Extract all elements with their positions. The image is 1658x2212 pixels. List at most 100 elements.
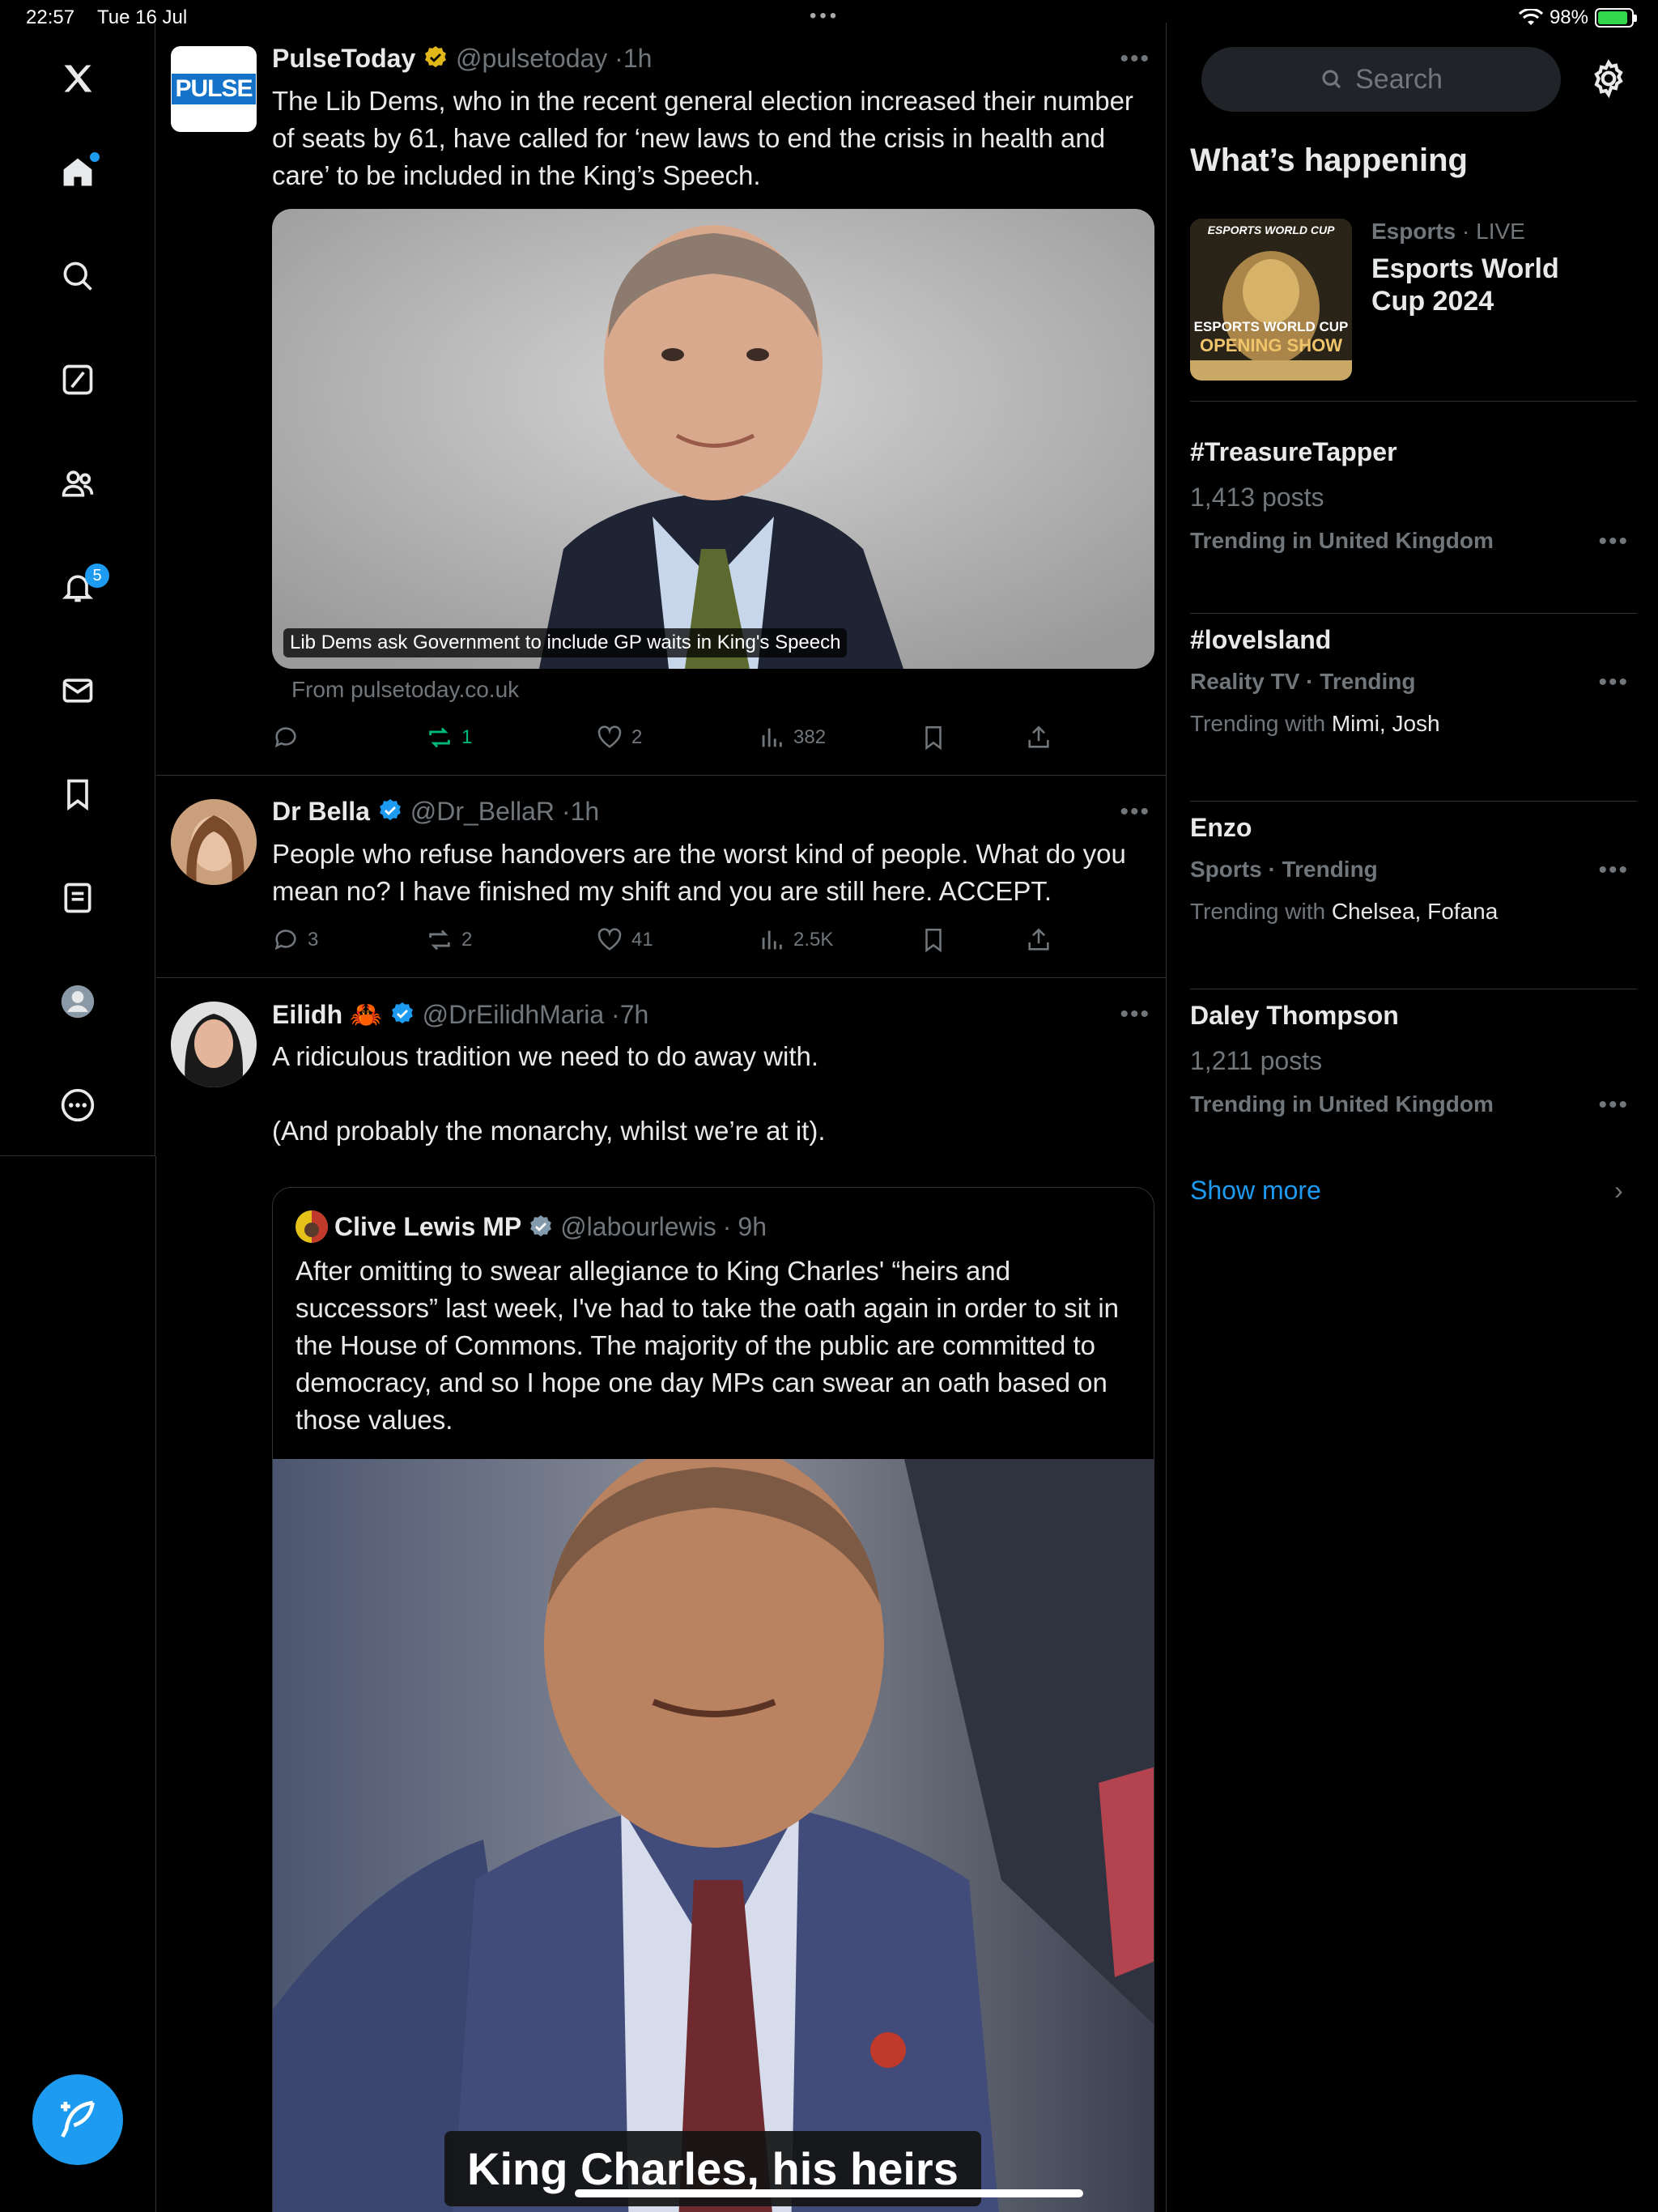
tweet-more-icon[interactable]: •••: [1120, 798, 1150, 826]
views-button[interactable]: 382: [758, 724, 826, 751]
quoted-tweet-video[interactable]: King Charles, his heirs: [273, 1459, 1154, 2212]
whats-happening-title: What’s happening: [1190, 143, 1468, 178]
more-options-icon[interactable]: [49, 1077, 106, 1134]
compose-post-button[interactable]: [32, 2074, 123, 2165]
quoted-author-handle[interactable]: @labourlewis: [560, 1212, 716, 1242]
notifications-bell-icon[interactable]: 5: [49, 559, 109, 615]
trend-enzo[interactable]: Enzo Sports · Trending ••• Trending with…: [1190, 806, 1637, 989]
share-button[interactable]: [1025, 724, 1052, 751]
grok-icon[interactable]: [49, 351, 106, 408]
trend-daley-thompson[interactable]: Daley Thompson 1,211 posts Trending in U…: [1190, 994, 1637, 1150]
trend-post-count: 1,413 posts: [1190, 483, 1324, 512]
esports-thumbnail: ESPORTS WORLD CUP ESPORTS WORLD CUP OPEN…: [1190, 219, 1352, 381]
repost-button[interactable]: 1: [426, 724, 472, 751]
author-handle[interactable]: @DrEilidhMaria: [423, 1000, 605, 1029]
trend-more-icon[interactable]: •••: [1598, 1091, 1629, 1119]
eilidh-photo: [171, 1002, 257, 1087]
tweet-time: 1h: [570, 797, 600, 826]
author-name[interactable]: PulseToday: [272, 44, 415, 73]
trend-post-count: 1,211 posts: [1190, 1046, 1323, 1075]
reply-button[interactable]: 3: [272, 926, 318, 954]
profile-avatar-icon[interactable]: [49, 973, 106, 1030]
trending-with-names: Mimi, Josh: [1331, 711, 1440, 736]
timeline-feed: PULSE PulseToday @pulsetoday ·1h ••• The…: [156, 23, 1167, 2212]
tweet-text-line2: (And probably the monarchy, whilst we’re…: [272, 1116, 826, 1146]
bookmark-button[interactable]: [920, 926, 947, 954]
lists-icon[interactable]: [49, 870, 106, 926]
pulsetoday-avatar[interactable]: PULSE: [171, 46, 257, 132]
trend-more-icon[interactable]: •••: [1598, 669, 1629, 696]
like-button[interactable]: 41: [596, 926, 653, 954]
search-input[interactable]: Search: [1201, 47, 1561, 112]
trending-with-names: Chelsea, Fofana: [1331, 899, 1499, 924]
tweet-dr-bella[interactable]: Dr Bella @Dr_BellaR ·1h ••• People who r…: [156, 776, 1166, 978]
thumbnail-line2: OPENING SHOW: [1199, 335, 1342, 355]
trending-with-label: Trending with: [1190, 899, 1326, 924]
clive-lewis-avatar[interactable]: [295, 1210, 328, 1243]
bookmarks-icon[interactable]: [49, 766, 106, 823]
messages-envelope-icon[interactable]: [49, 662, 106, 719]
featured-title: Esports World Cup 2024: [1371, 253, 1559, 317]
trend-treasuretapper[interactable]: #TreasureTapper 1,413 posts Trending in …: [1190, 431, 1637, 614]
author-handle[interactable]: @pulsetoday: [456, 44, 607, 73]
pulse-logo: PULSE: [172, 74, 256, 104]
trend-esports-world-cup[interactable]: ESPORTS WORLD CUP ESPORTS WORLD CUP OPEN…: [1190, 219, 1637, 402]
share-icon: [1028, 928, 1049, 951]
thumbnail-top-text: ESPORTS WORLD CUP: [1207, 223, 1335, 236]
show-more-link[interactable]: Show more: [1190, 1176, 1321, 1206]
views-button[interactable]: 2.5K: [758, 926, 833, 954]
tweet-actions: 3 2 41 2.5K: [272, 926, 1082, 959]
tweet-text: People who refuse handovers are the wors…: [272, 839, 1126, 906]
share-button[interactable]: [1025, 926, 1052, 954]
reply-count: 3: [308, 929, 319, 951]
tweet-more-icon[interactable]: •••: [1120, 45, 1150, 73]
home-unread-dot: [90, 152, 100, 162]
reply-icon: [274, 727, 296, 748]
view-count: 2.5K: [793, 929, 834, 951]
thumbnail-line1: ESPORTS WORLD CUP: [1193, 319, 1349, 334]
eilidh-avatar[interactable]: [171, 1002, 257, 1087]
search-placeholder: Search: [1355, 63, 1443, 95]
home-icon[interactable]: [49, 144, 106, 201]
author-name[interactable]: Eilidh: [272, 1000, 342, 1029]
home-indicator[interactable]: [575, 2189, 1083, 2197]
trend-title: #loveIsland: [1190, 625, 1332, 654]
repost-button[interactable]: 2: [426, 926, 472, 954]
quoted-tweet-header: Clive Lewis MP @labourlewis · 9h: [295, 1210, 767, 1243]
tweet-more-icon[interactable]: •••: [1120, 1001, 1150, 1028]
right-sidebar: Search What’s happening ESPORTS WORLD CU…: [1167, 23, 1658, 2212]
like-count: 41: [631, 929, 653, 951]
gear-icon[interactable]: [1588, 58, 1629, 99]
author-name[interactable]: Dr Bella: [272, 797, 370, 826]
trend-more-icon[interactable]: •••: [1598, 857, 1629, 884]
quoted-author-name[interactable]: Clive Lewis MP: [334, 1212, 521, 1242]
repost-icon: [429, 727, 450, 748]
author-handle[interactable]: @Dr_BellaR: [410, 797, 555, 826]
left-navigation: 5: [0, 23, 155, 1156]
trend-title: Daley Thompson: [1190, 1001, 1399, 1030]
trend-more-icon[interactable]: •••: [1598, 528, 1629, 555]
like-button[interactable]: 2: [596, 724, 642, 751]
link-card-image[interactable]: Lib Dems ask Government to include GP wa…: [272, 209, 1154, 669]
view-count: 382: [793, 726, 827, 748]
tweet-header: PulseToday @pulsetoday ·1h: [272, 44, 653, 73]
compose-feather-icon: [61, 2100, 95, 2138]
share-icon: [1028, 725, 1049, 748]
repost-count: 1: [461, 726, 473, 748]
like-count: 2: [631, 726, 643, 748]
trend-loveisland[interactable]: #loveIsland Reality TV · Trending ••• Tr…: [1190, 619, 1637, 802]
reply-button[interactable]: [272, 724, 308, 751]
trend-category: Sports · Trending: [1190, 857, 1378, 882]
x-logo-icon[interactable]: [49, 50, 106, 107]
quoted-tweet-time: 9h: [738, 1211, 767, 1241]
heart-icon: [597, 725, 622, 748]
chevron-right-icon[interactable]: ›: [1614, 1176, 1623, 1206]
dr-bella-avatar[interactable]: [171, 799, 257, 885]
communities-icon[interactable]: [49, 455, 106, 512]
quoted-tweet-clive-lewis[interactable]: Clive Lewis MP @labourlewis · 9h After om…: [272, 1187, 1154, 2212]
link-source[interactable]: From pulsetoday.co.uk: [291, 677, 519, 703]
tweet-pulsetoday[interactable]: PULSE PulseToday @pulsetoday ·1h ••• The…: [156, 23, 1166, 776]
explore-search-icon[interactable]: [49, 248, 106, 304]
bookmark-button[interactable]: [920, 724, 947, 751]
repost-icon: [429, 929, 450, 951]
